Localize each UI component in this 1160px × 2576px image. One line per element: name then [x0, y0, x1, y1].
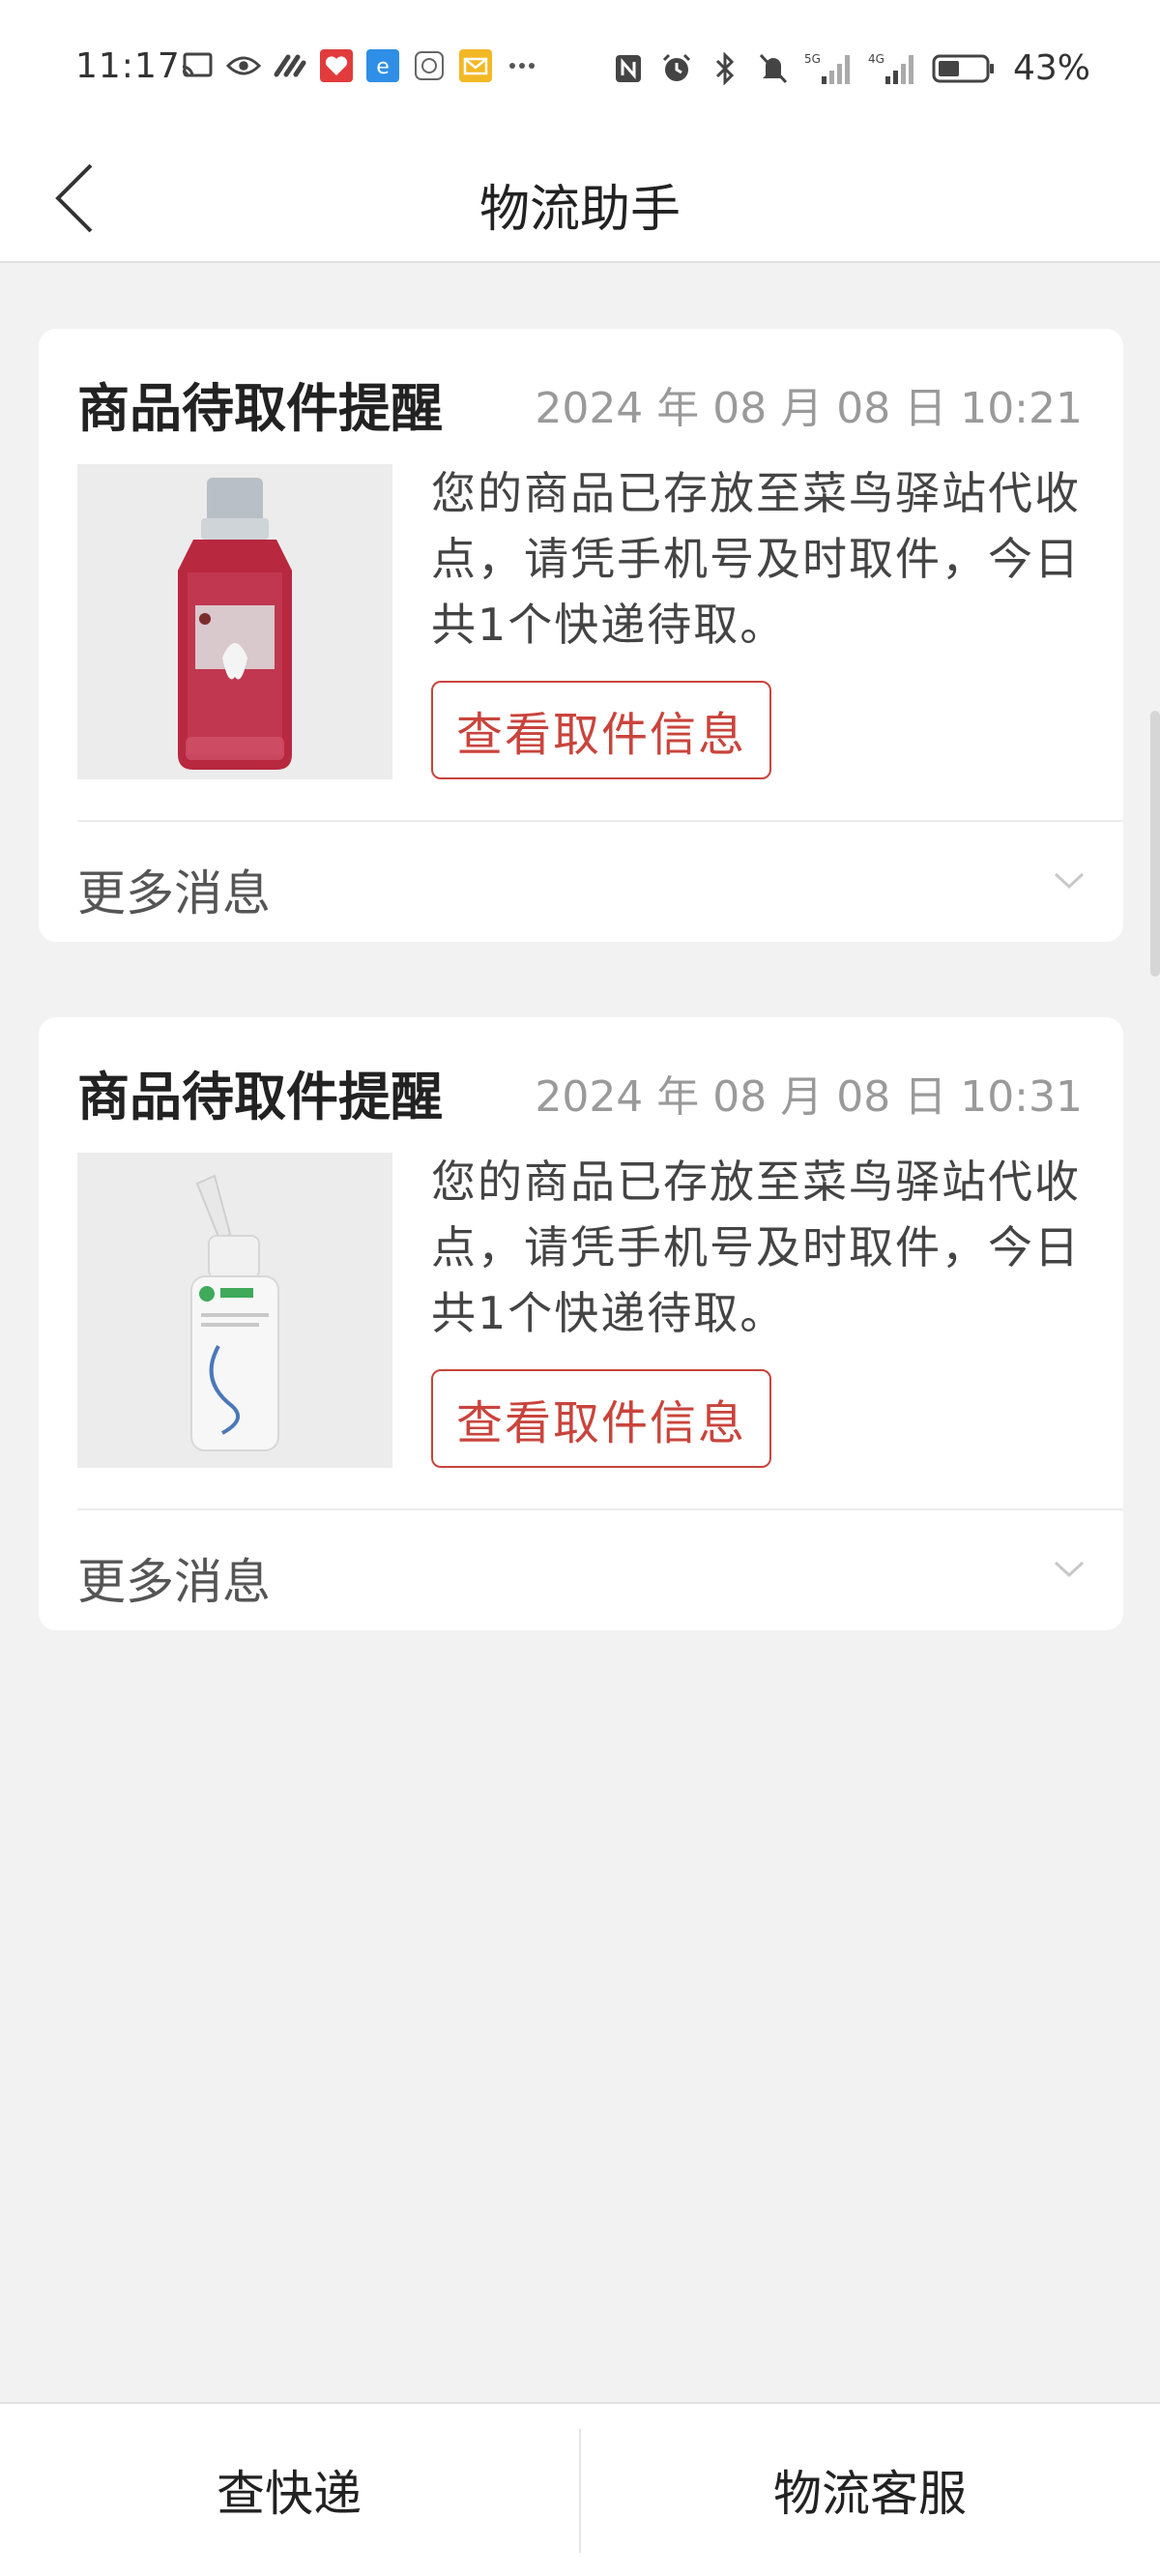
card-message: 您的商品已存放至菜鸟驿站代收点，请凭手机号及时取件，今日共1个快递待取。 — [431, 467, 1081, 651]
cast-icon — [180, 48, 215, 83]
signal-4g-icon: 4G — [868, 51, 918, 86]
battery-icon — [932, 51, 996, 86]
more-dots-icon — [505, 48, 539, 83]
card-timestamp: 2024 年 08 月 08 日 10:31 — [535, 1072, 1083, 1122]
view-pickup-info-button[interactable]: 查看取件信息 — [431, 1369, 771, 1468]
more-messages-label: 更多消息 — [77, 1554, 271, 1610]
scrollbar-thumb[interactable] — [1150, 711, 1160, 977]
pickup-reminder-card: 商品待取件提醒 2024 年 08 月 08 日 10:31 您的商品已存放至菜… — [39, 1017, 1123, 1630]
chevron-down-icon — [1054, 1561, 1085, 1578]
pickup-reminder-card: 商品待取件提醒 2024 年 08 月 08 日 10:21 您的商品已存放至菜… — [39, 329, 1123, 942]
mail-icon — [458, 48, 493, 83]
page-title: 物流助手 — [478, 181, 681, 239]
card-title: 商品待取件提醒 — [77, 378, 443, 439]
battery-percentage: 43% — [1012, 48, 1090, 88]
status-bar: 11:17 e 5G 4G 43% — [0, 0, 1160, 135]
app-heart-icon — [319, 48, 354, 83]
alarm-icon — [659, 51, 694, 86]
app-e-icon: e — [365, 48, 400, 83]
card-timestamp: 2024 年 08 月 08 日 10:21 — [535, 384, 1083, 433]
svg-text:5G: 5G — [804, 52, 821, 66]
view-pickup-info-button[interactable]: 查看取件信息 — [431, 681, 771, 779]
product-image[interactable] — [77, 464, 392, 779]
status-system-icons: 5G 4G 43% — [611, 48, 1090, 88]
app-circle-icon — [412, 48, 447, 83]
product-image[interactable] — [77, 1153, 392, 1468]
mute-icon — [756, 51, 791, 86]
nav-header: 物流助手 — [0, 135, 1160, 263]
signal-5g-icon: 5G — [804, 51, 855, 86]
more-messages-row[interactable]: 更多消息 — [39, 1510, 1123, 1630]
more-messages-row[interactable]: 更多消息 — [39, 822, 1123, 942]
nfc-icon — [611, 51, 646, 86]
track-express-button[interactable]: 查快递 — [0, 2404, 578, 2576]
status-notification-icons: e — [180, 48, 539, 83]
svg-text:e: e — [376, 55, 390, 79]
link-icon — [273, 48, 307, 83]
bottom-action-bar: 查快递 物流客服 — [0, 2402, 1160, 2576]
card-title: 商品待取件提醒 — [77, 1067, 443, 1127]
chevron-down-icon — [1054, 872, 1085, 890]
svg-text:4G: 4G — [868, 52, 884, 66]
bluetooth-icon — [708, 51, 742, 86]
eye-icon — [226, 48, 261, 83]
more-messages-label: 更多消息 — [77, 865, 271, 922]
logistics-service-button[interactable]: 物流客服 — [581, 2404, 1159, 2576]
card-message: 您的商品已存放至菜鸟驿站代收点，请凭手机号及时取件，今日共1个快递待取。 — [431, 1156, 1081, 1339]
status-time: 11:17 — [75, 46, 181, 86]
